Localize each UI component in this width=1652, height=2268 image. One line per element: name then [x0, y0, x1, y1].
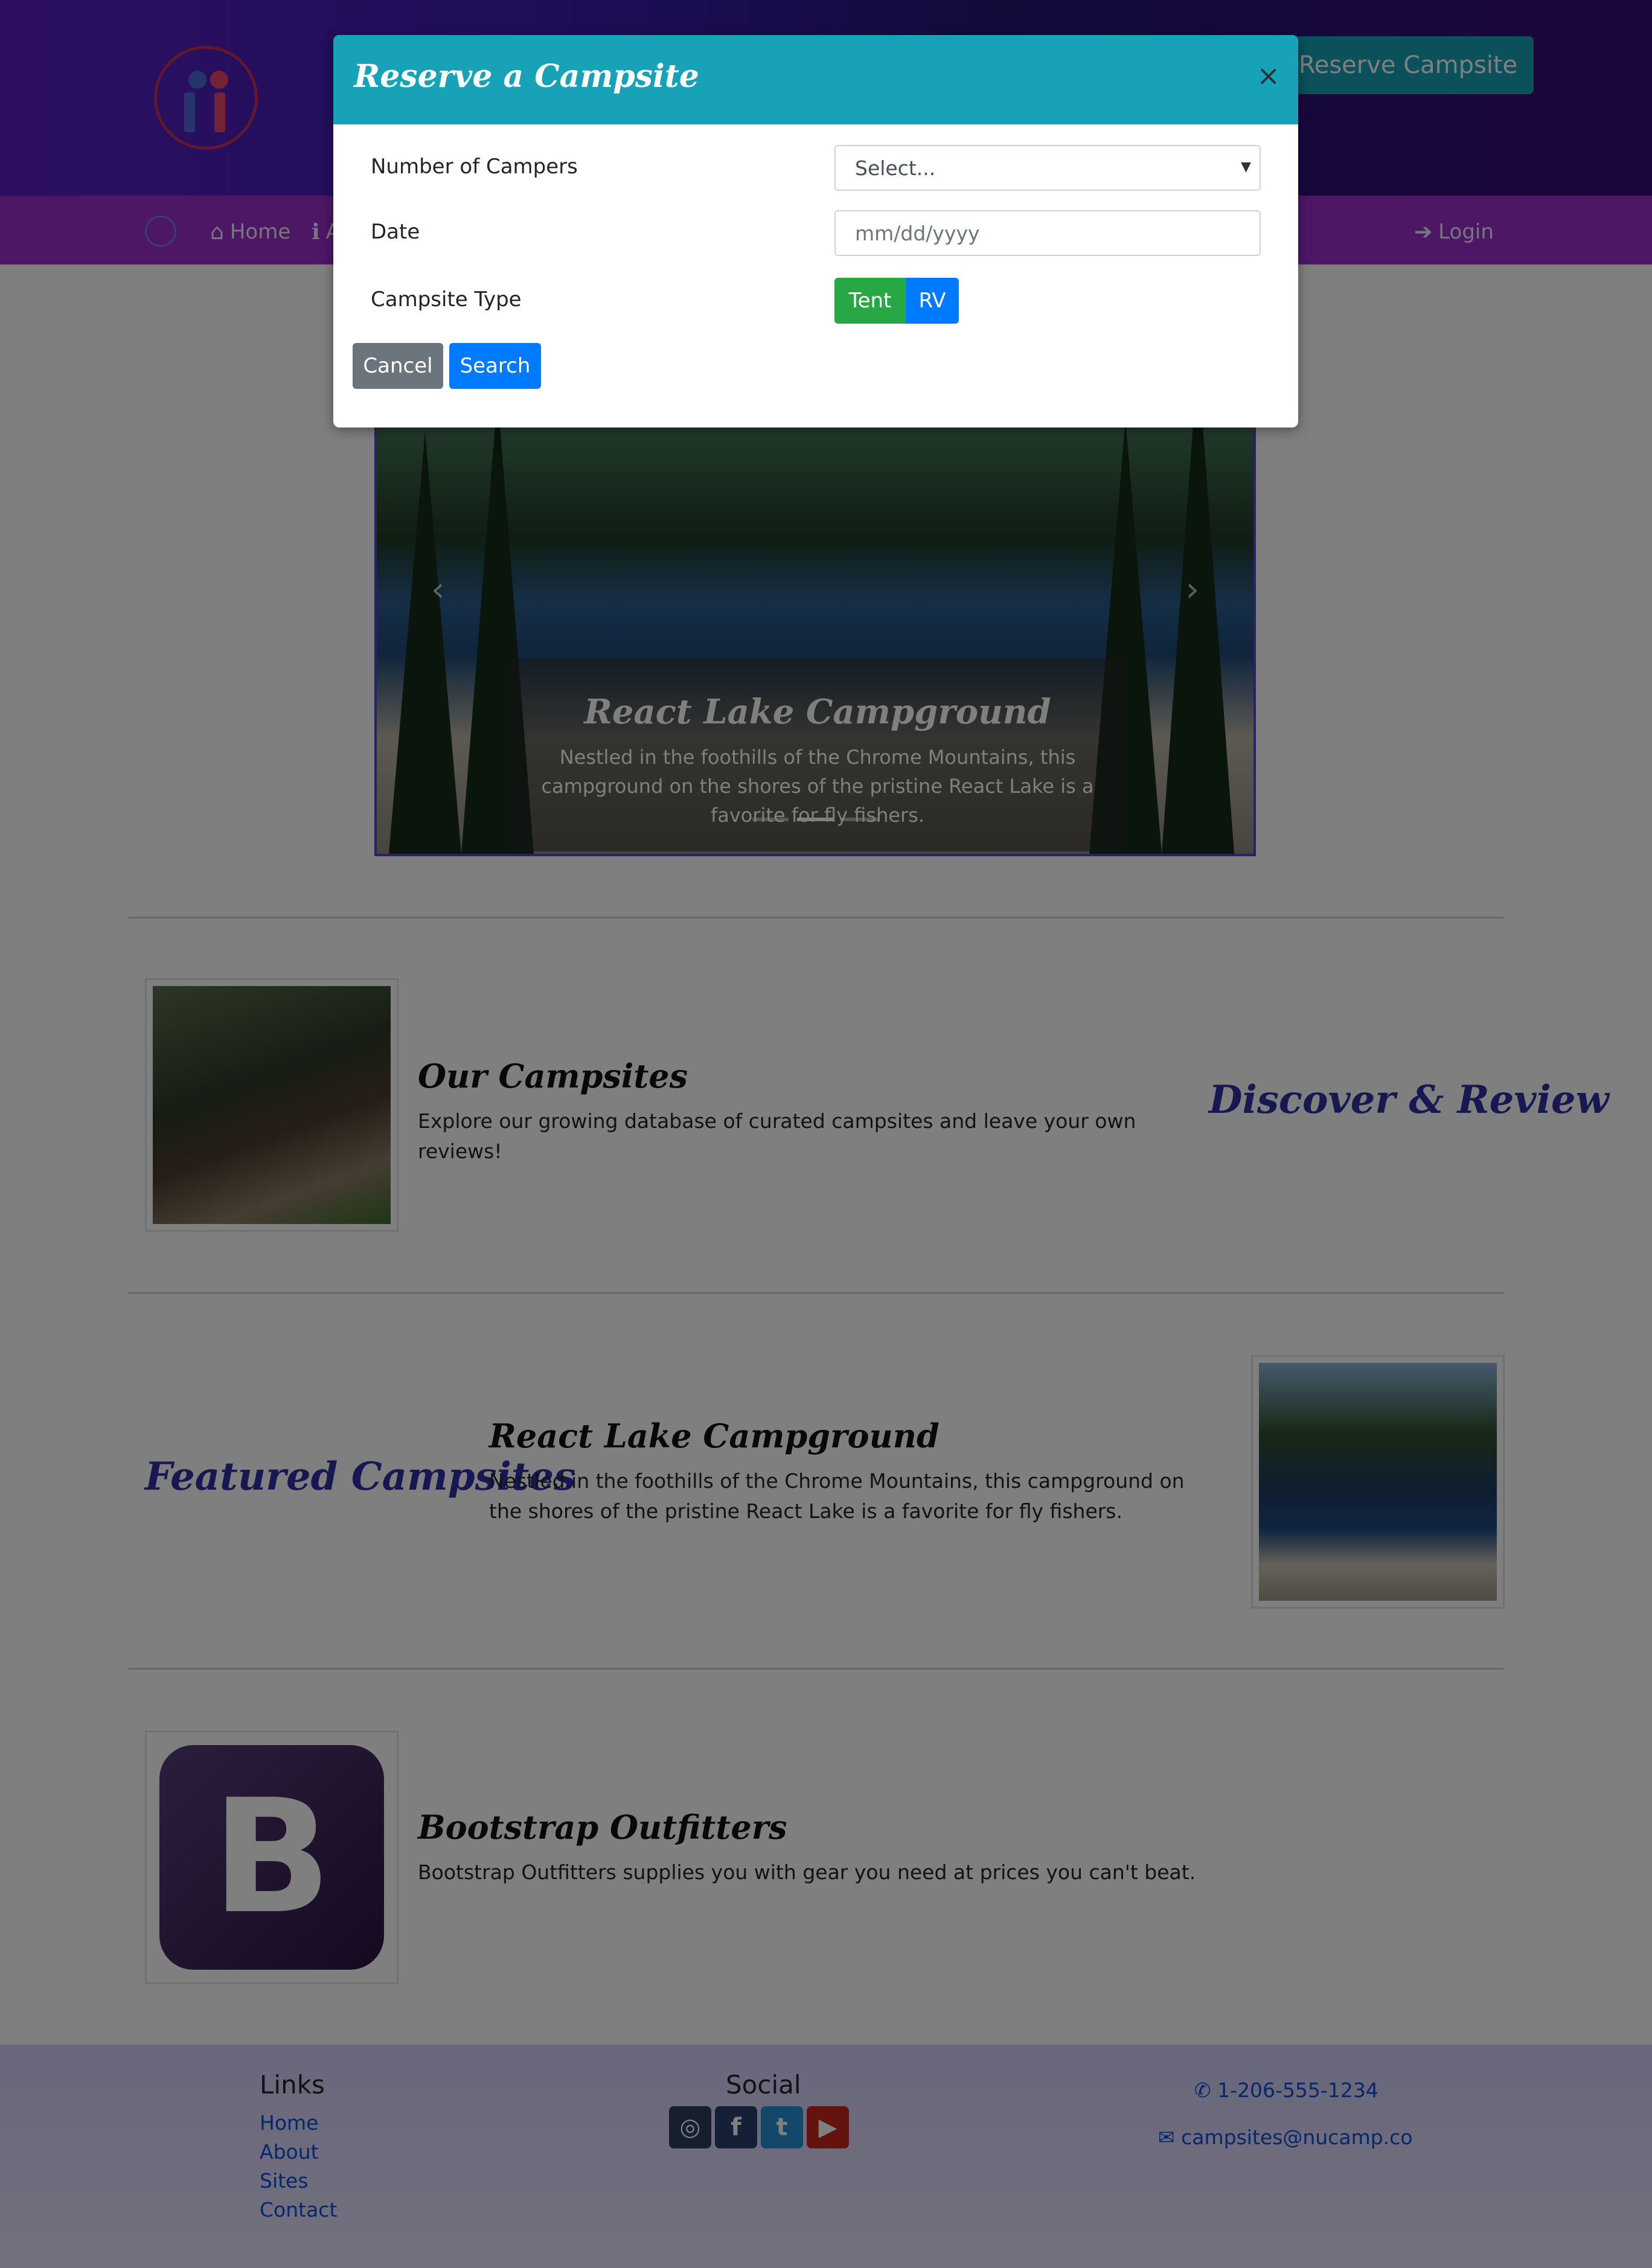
modal-title: Reserve a Campsite — [354, 58, 699, 95]
reserve-modal: Reserve a Campsite × Number of Campers S… — [333, 35, 1298, 428]
tent-toggle-button[interactable]: Tent — [834, 278, 906, 324]
date-field[interactable]: mm/dd/yyyy — [834, 210, 1261, 256]
chevron-down-icon: ▼ — [1241, 159, 1251, 175]
campers-label: Number of Campers — [371, 155, 578, 179]
search-button[interactable]: Search — [449, 343, 541, 389]
date-label: Date — [371, 220, 420, 244]
rv-toggle-button[interactable]: RV — [906, 278, 959, 324]
campsite-type-label: Campsite Type — [371, 287, 522, 312]
modal-header: Reserve a Campsite × — [333, 35, 1298, 124]
close-icon[interactable]: × — [1257, 59, 1280, 92]
campers-select[interactable]: Select... ▼ — [834, 145, 1261, 191]
cancel-button[interactable]: Cancel — [353, 343, 443, 389]
